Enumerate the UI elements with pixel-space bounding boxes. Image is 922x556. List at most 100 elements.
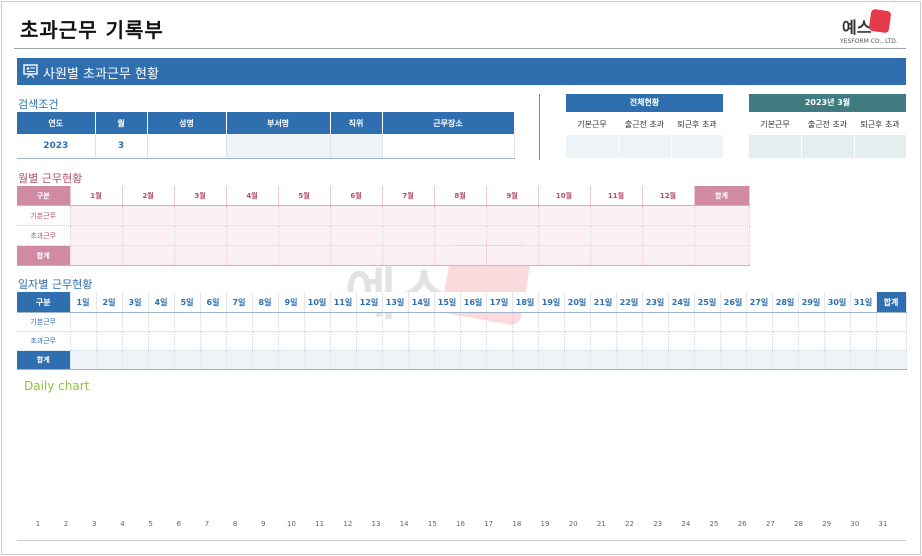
daily-cell [122,350,149,370]
day-col: 16일 [460,292,487,313]
x-tick-label: 24 [681,520,691,528]
daily-cell [382,350,409,370]
daily-cell [70,312,97,332]
daily-cell [122,312,149,332]
daily-cell [226,331,253,351]
daily-cell [850,331,877,351]
month-col: 9월 [486,186,539,206]
day-col: 10일 [304,292,331,313]
daily-cell [330,312,357,332]
daily-cell [590,312,617,332]
daily-cell [434,331,461,351]
daily-cell [408,350,435,370]
daily-cell [616,312,643,332]
x-tick-label: 31 [878,520,888,528]
company-logo: 예스 YESFORM CO., LTD. [840,8,906,46]
daily-cell [252,331,279,351]
row-label: 합계 [17,350,71,370]
monthly-label: 월별 근무현황 [18,172,83,185]
row-label: 기본근무 [17,205,71,226]
x-tick-label: 1 [35,520,41,528]
daily-cell [590,350,617,370]
summary-month-header-basic: 기본근무 [749,113,801,135]
daily-cell [668,350,695,370]
x-tick-label: 5 [148,520,153,528]
daily-header-row: 구분 1일 2일 3일 4일 5일 6일 7일 8일 9일 10일 11일 12일 13일 14일 15일 16… [17,292,907,313]
day-col: 18일 [512,292,539,313]
daily-cell [174,331,201,351]
day-col: 6일 [200,292,227,313]
daily-cell [408,312,435,332]
daily-cell [720,331,747,351]
title-divider [14,48,906,49]
month-col: 7월 [382,186,435,206]
daily-cell [616,350,643,370]
vertical-divider [539,94,540,160]
x-tick-label: 10 [287,520,296,528]
monthly-row-basic: 기본근무 [17,205,750,226]
day-col: 27일 [746,292,773,313]
month-col: 12월 [642,186,695,206]
daily-cell [616,331,643,351]
daily-cell [434,350,461,370]
daily-cell [460,331,487,351]
x-tick-label: 29 [822,520,832,528]
daily-cell [824,350,851,370]
day-col: 4일 [148,292,175,313]
x-tick-label: 17 [484,520,494,528]
daily-cell [460,312,487,332]
row-label: 초과근무 [17,225,71,246]
daily-cell [642,331,669,351]
day-col: 25일 [694,292,721,313]
x-tick-label: 30 [850,520,860,528]
daily-row-total: 합계 [17,350,907,370]
name-input[interactable] [147,134,227,159]
daily-cell [486,312,513,332]
daily-cell [798,350,825,370]
daily-cell [798,331,825,351]
month-col: 10월 [538,186,591,206]
logo-text: 예스 [842,18,872,37]
day-col: 15일 [434,292,461,313]
month-input[interactable]: 3 [95,134,148,159]
day-col: 11일 [330,292,357,313]
row-label: 기본근무 [17,312,71,332]
month-col: 4월 [226,186,279,206]
daily-cell [512,312,539,332]
x-tick-label: 22 [625,520,634,528]
daily-cell [642,350,669,370]
day-col: 30일 [824,292,851,313]
x-tick-label: 27 [765,520,775,528]
summary-total-before-value [618,135,672,158]
daily-cell [148,331,175,351]
chart-x-axis: 1 2 3 4 5 6 7 8 9 10 11 12 13 14 15 16 17 18 19 20 21 22 23 24 2… [24,520,896,532]
daily-cell [538,350,565,370]
daily-cell [694,350,721,370]
year-input[interactable]: 2023 [17,134,96,159]
monthly-row-total: 합계 [17,245,750,266]
daily-cell [668,331,695,351]
daily-cell [746,312,773,332]
summary-total-table: 기본근무 출근전 초과 퇴근후 초과 [566,113,724,158]
x-tick-label: 3 [92,520,97,528]
summary-total-title: 전체현황 [566,94,723,112]
daily-cell [148,312,175,332]
section-title: 사원별 초과근무 현황 [43,67,159,82]
day-col: 12일 [356,292,383,313]
daily-cell [200,331,227,351]
daily-cell [564,350,591,370]
summary-total-header-basic: 기본근무 [566,113,618,135]
daily-cell [538,331,565,351]
day-col: 21일 [590,292,617,313]
day-col: 20일 [564,292,591,313]
x-tick-label: 19 [540,520,550,528]
summary-month-title: 2023년 3월 [749,94,906,112]
day-col: 5일 [174,292,201,313]
daily-cell [824,331,851,351]
search-header-name: 성명 [147,112,227,134]
daily-cell [720,312,747,332]
search-table: 연도 월 성명 부서명 직위 근무장소 2023 3 [17,112,515,159]
daily-cell [252,350,279,370]
month-col: 1월 [70,186,123,206]
day-col: 3일 [122,292,149,313]
